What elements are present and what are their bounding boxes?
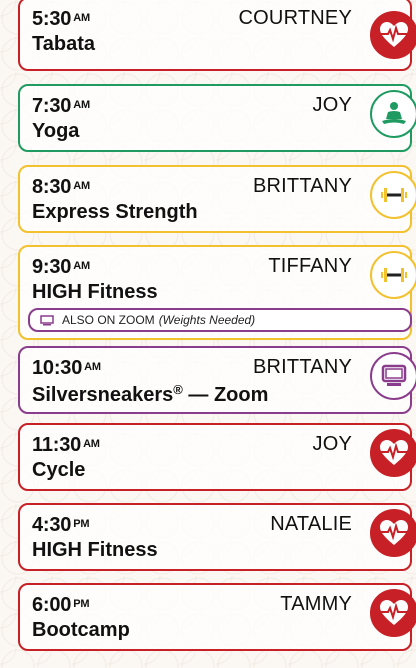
- heart-icon: [370, 589, 416, 637]
- class-time: 7:30 AM: [32, 95, 90, 117]
- class-card[interactable]: 9:30 AM TIFFANY HIGH Fitness ALSO ON ZOOM…: [18, 245, 416, 340]
- class-time: 4:30 PM: [32, 514, 90, 536]
- class-name: HIGH Fitness: [32, 281, 158, 303]
- class-time: 10:30 AM: [32, 357, 101, 379]
- class-card[interactable]: 5:30 AM COURTNEY Tabata: [18, 0, 416, 71]
- zoom-label: ALSO ON ZOOM: [62, 313, 155, 327]
- class-name: Silversneakers® — Zoom: [32, 382, 269, 406]
- monitor-icon: [370, 352, 416, 400]
- class-card[interactable]: 4:30 PM NATALIE HIGH Fitness: [18, 503, 416, 571]
- class-time: 11:30 AM: [32, 434, 100, 456]
- instructor-name: TAMMY: [280, 593, 352, 615]
- class-card[interactable]: 6:00 PM TAMMY Bootcamp: [18, 583, 416, 651]
- heart-icon: [370, 429, 416, 477]
- class-card[interactable]: 11:30 AM JOY Cycle: [18, 423, 416, 491]
- instructor-name: BRITTANY: [252, 175, 352, 197]
- class-name: Express Strength: [32, 201, 198, 223]
- class-name: Bootcamp: [32, 619, 130, 641]
- meditation-icon: [370, 90, 416, 138]
- instructor-name: COURTNEY: [238, 7, 352, 29]
- class-card[interactable]: 8:30 AM BRITTANY Express Strength: [18, 165, 416, 233]
- dumbbell-icon: [370, 251, 416, 299]
- class-time: 5:30 AM: [32, 8, 90, 30]
- class-time: 8:30 AM: [32, 176, 90, 198]
- instructor-name: BRITTANY: [252, 356, 352, 378]
- monitor-icon: [40, 314, 54, 325]
- dumbbell-icon: [370, 171, 416, 219]
- class-name: Tabata: [32, 33, 95, 55]
- zoom-note: (Weights Needed): [158, 313, 256, 327]
- class-schedule: 5:30 AM COURTNEY Tabata 7:30 AM JOY Yoga 8…: [0, 0, 416, 668]
- class-name: Yoga: [32, 120, 80, 142]
- instructor-name: NATALIE: [270, 513, 352, 535]
- instructor-name: TIFFANY: [268, 255, 352, 277]
- zoom-notice[interactable]: ALSO ON ZOOM (Weights Needed): [28, 308, 412, 332]
- instructor-name: JOY: [312, 433, 352, 455]
- class-time: 9:30 AM: [32, 256, 90, 278]
- class-card[interactable]: 7:30 AM JOY Yoga: [18, 84, 416, 152]
- class-card[interactable]: 10:30 AM BRITTANY Silversneakers® — Zoom: [18, 346, 416, 414]
- instructor-name: JOY: [312, 94, 352, 116]
- class-name: HIGH Fitness: [32, 539, 158, 561]
- class-name: Cycle: [32, 459, 86, 481]
- heart-icon: [370, 11, 416, 59]
- class-time: 6:00 PM: [32, 594, 90, 616]
- heart-icon: [370, 509, 416, 557]
